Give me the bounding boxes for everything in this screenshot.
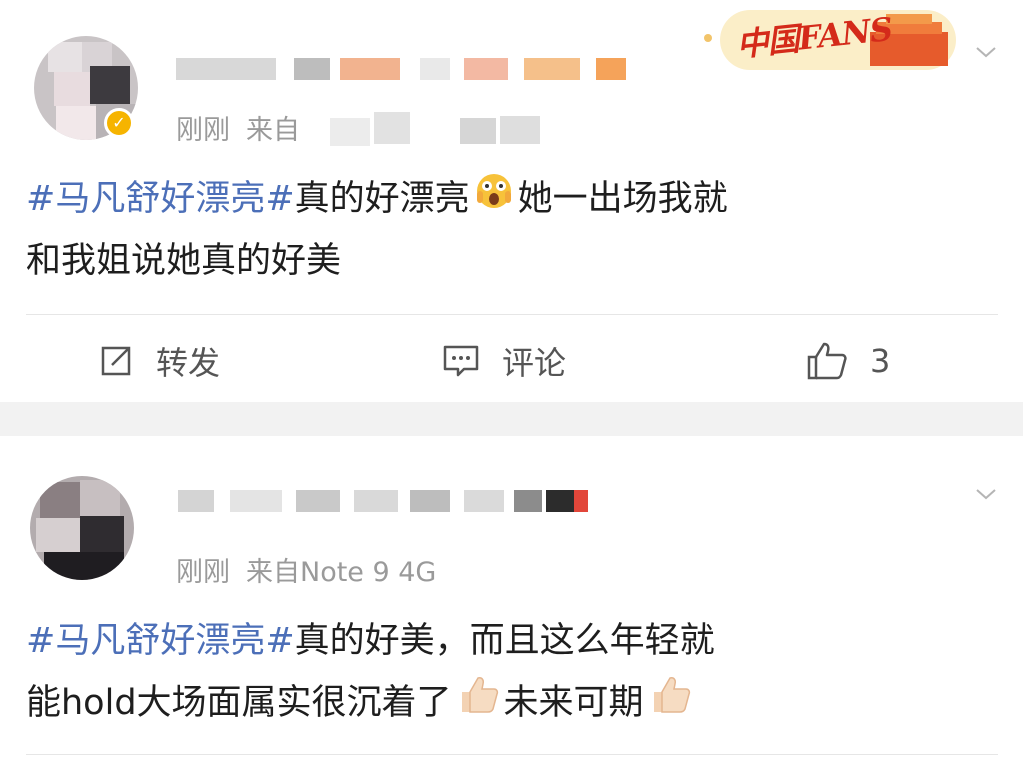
comment-icon	[443, 345, 479, 377]
post-meta: 刚刚 来自	[176, 108, 316, 147]
comment-label: 评论	[502, 344, 567, 382]
username-blurred[interactable]	[178, 490, 598, 516]
thumbs-up-emoji	[648, 672, 692, 736]
body-text: 她一出场我就	[517, 179, 728, 219]
post-card-2: 刚刚 来自Note 9 4G #马凡舒好漂亮#真的好美，而且这么年轻就 能hold…	[0, 436, 1023, 762]
like-count: 3	[870, 342, 891, 380]
chevron-down-icon[interactable]	[974, 482, 998, 506]
fans-badge: 中国FANS	[700, 4, 960, 74]
divider	[26, 314, 998, 315]
post-source: 来自Note 9 4G	[246, 557, 437, 588]
avatar[interactable]	[30, 476, 134, 580]
chevron-down-icon[interactable]	[974, 40, 998, 64]
repost-icon	[101, 346, 131, 376]
divider	[26, 754, 998, 755]
post-meta: 刚刚 来自Note 9 4G	[176, 550, 452, 589]
post-body-line2: 能hold大场面属实很沉着了 未来可期	[26, 672, 696, 736]
username-blurred[interactable]	[176, 58, 636, 84]
post-time: 刚刚	[176, 557, 230, 588]
post-time: 刚刚	[176, 115, 230, 146]
verified-icon: ✓	[104, 108, 134, 138]
repost-label: 转发	[156, 344, 221, 382]
body-text: 真的好美，而且这么年轻就	[294, 621, 715, 661]
post-body: #马凡舒好漂亮#真的好漂亮 她一出场我就	[26, 168, 728, 231]
comment-button[interactable]: 评论	[442, 336, 566, 386]
post-source: 来自	[246, 115, 300, 146]
post-separator	[0, 402, 1023, 436]
source-blurred	[330, 112, 550, 152]
body-text: 真的好漂亮	[294, 179, 470, 219]
like-button[interactable]: 3	[806, 336, 890, 386]
post-card-1: ✓ 刚刚 来自 中国FANS #马凡舒好漂亮#真的好漂亮 她一出场我就 和我姐说她真	[0, 0, 1023, 402]
post-body-line2: 和我姐说她真的好美	[26, 241, 342, 281]
body-text: 未来可期	[503, 683, 644, 723]
body-text: 能hold大场面属实很沉着了	[26, 683, 452, 723]
hashtag-link[interactable]: #马凡舒好漂亮#	[26, 179, 295, 219]
shocked-face-emoji	[474, 169, 514, 231]
hashtag-link[interactable]: #马凡舒好漂亮#	[26, 621, 295, 661]
post-body: #马凡舒好漂亮#真的好美，而且这么年轻就	[26, 610, 715, 672]
like-icon	[807, 342, 847, 380]
thumbs-up-emoji	[456, 672, 500, 736]
repost-button[interactable]: 转发	[98, 336, 220, 386]
